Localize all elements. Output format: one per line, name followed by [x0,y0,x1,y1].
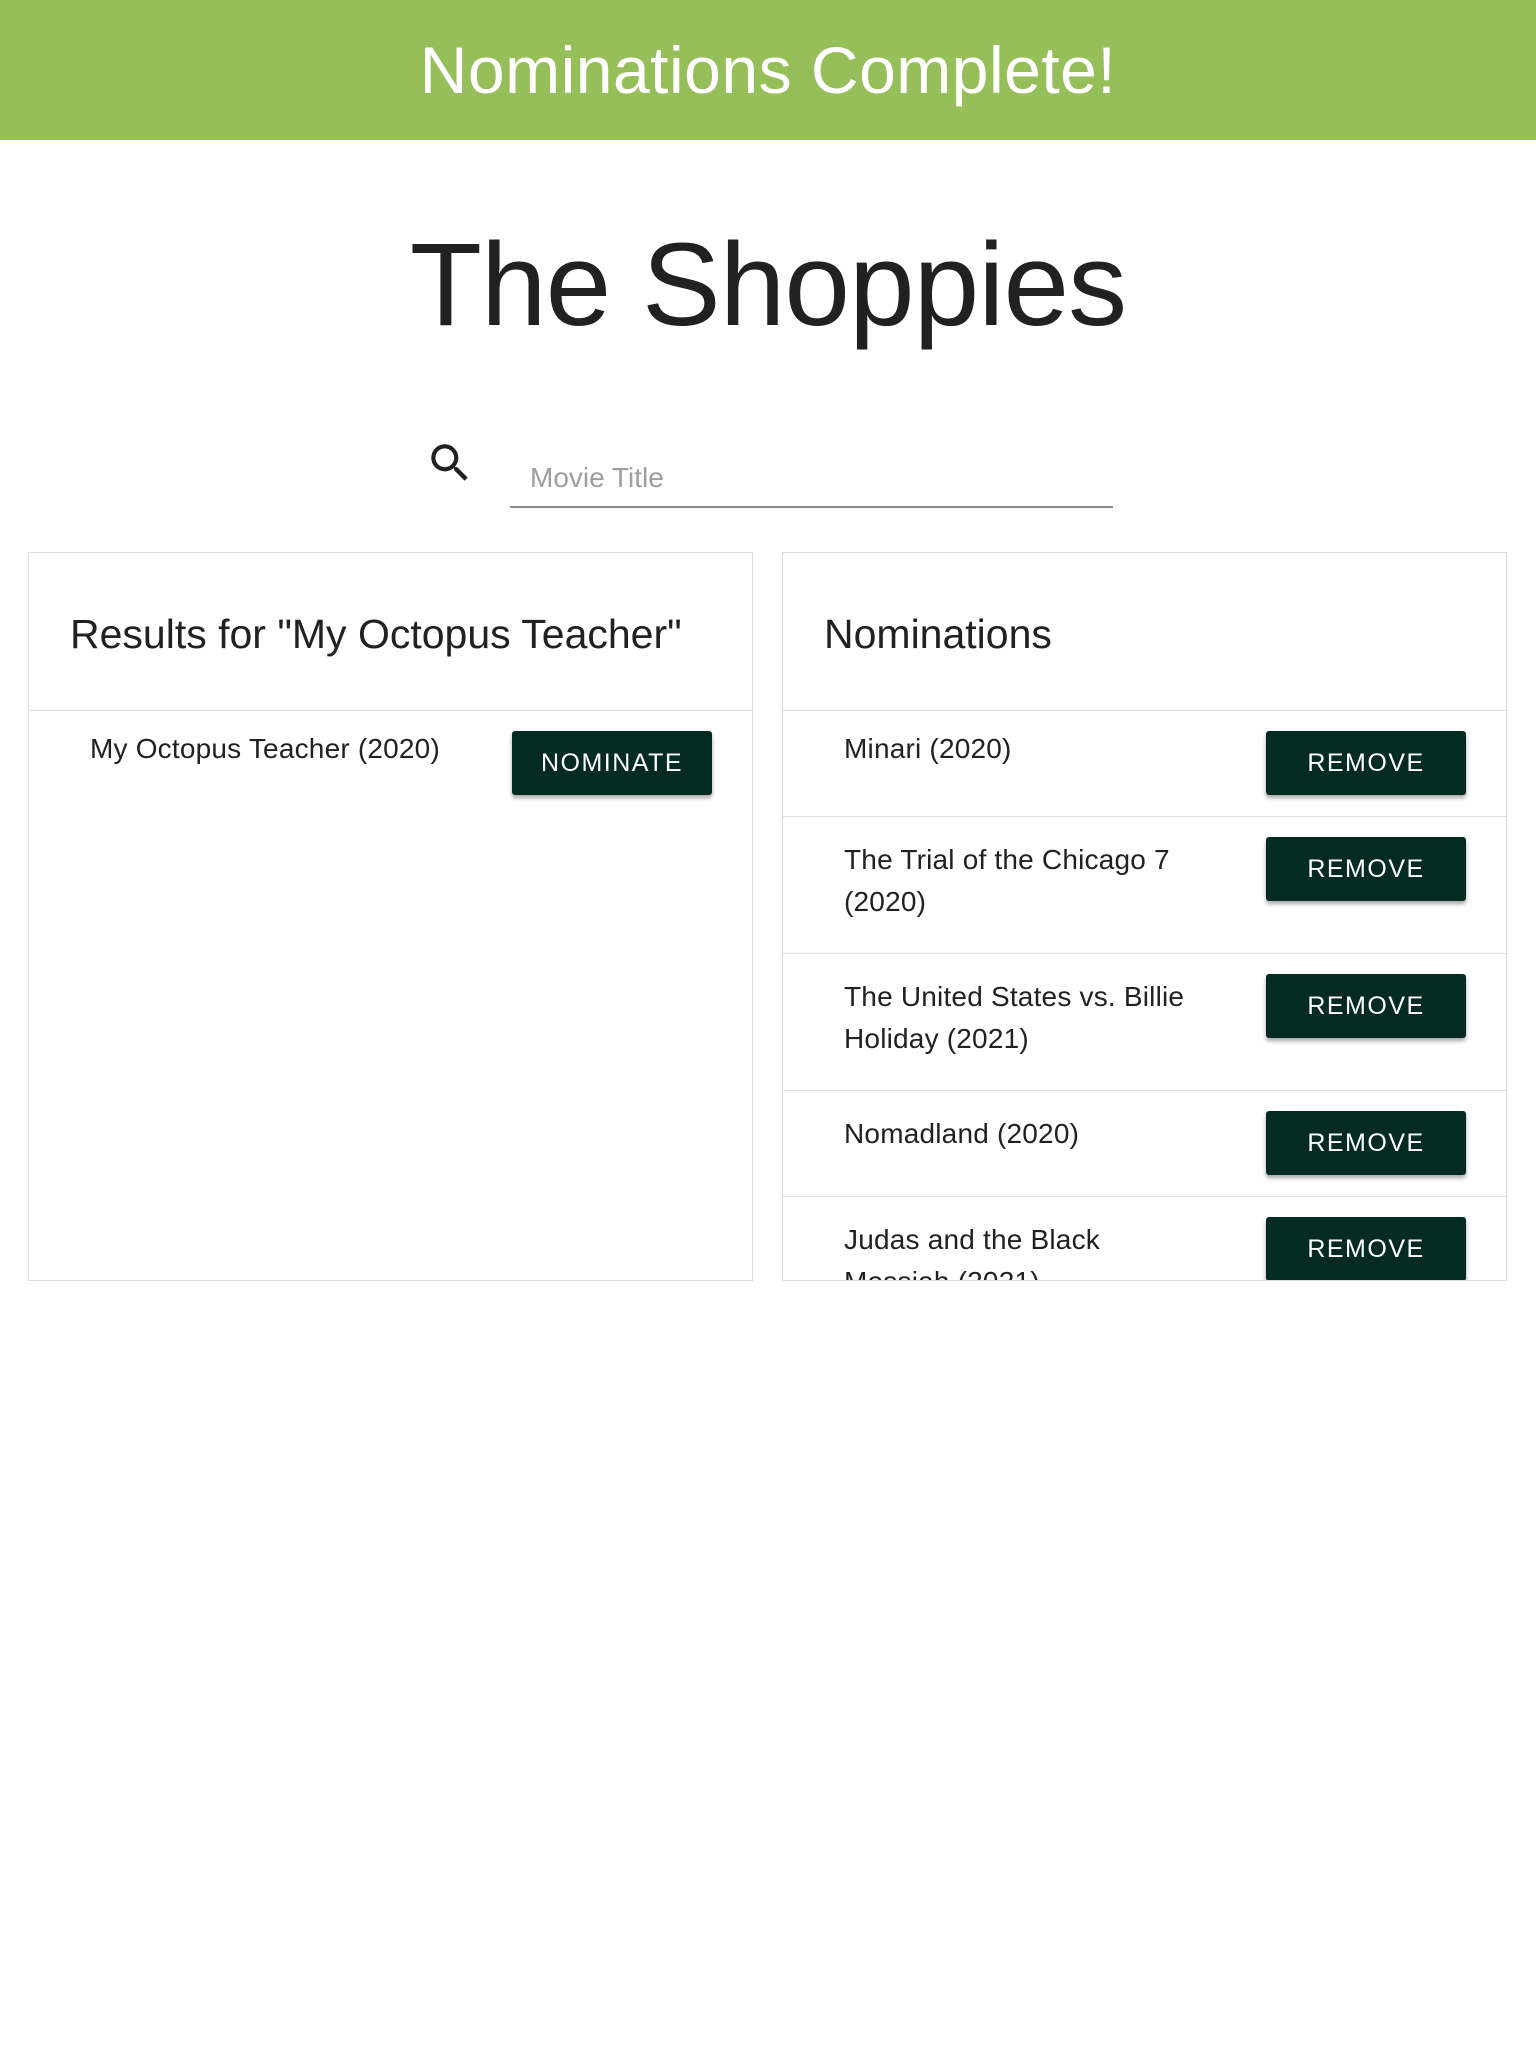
nominations-title: Nominations [824,611,1052,657]
search-input-container [510,430,1113,508]
results-title: Results for "My Octopus Teacher" [70,611,682,657]
nomination-title: The Trial of the Chicago 7 (2020) [844,844,1170,917]
remove-button[interactable]: REMOVE [1266,1111,1466,1175]
remove-button[interactable]: REMOVE [1266,1217,1466,1280]
remove-button[interactable]: REMOVE [1266,837,1466,901]
results-header: Results for "My Octopus Teacher" [29,553,752,711]
banner-text: Nominations Complete! [419,33,1117,107]
nominations-header: Nominations [783,553,1506,711]
remove-button[interactable]: REMOVE [1266,731,1466,795]
search-icon [425,438,475,488]
result-title: My Octopus Teacher (2020) [90,733,440,764]
completion-banner: Nominations Complete! [0,0,1536,140]
nomination-row: Minari (2020) REMOVE [783,711,1506,817]
nomination-title: Minari (2020) [844,733,1012,764]
nomination-title: Judas and the Black Messiah (2021) [844,1224,1100,1280]
result-row: My Octopus Teacher (2020) NOMINATE [29,711,752,816]
nomination-row: Judas and the Black Messiah (2021) REMOV… [783,1197,1506,1280]
page-title: The Shoppies [409,219,1127,351]
nomination-title: Nomadland (2020) [844,1118,1080,1149]
nomination-title: The United States vs. Billie Holiday (20… [844,981,1185,1054]
search-input[interactable] [510,430,1113,506]
nominate-button[interactable]: NOMINATE [512,731,712,795]
nomination-row: The Trial of the Chicago 7 (2020) REMOVE [783,817,1506,954]
remove-button[interactable]: REMOVE [1266,974,1466,1038]
nomination-row: Nomadland (2020) REMOVE [783,1091,1506,1197]
results-panel: Results for "My Octopus Teacher" My Octo… [28,552,753,1281]
nomination-row: The United States vs. Billie Holiday (20… [783,954,1506,1091]
nominations-panel: Nominations Minari (2020) REMOVE The Tri… [782,552,1507,1281]
search-bar [425,430,1115,508]
